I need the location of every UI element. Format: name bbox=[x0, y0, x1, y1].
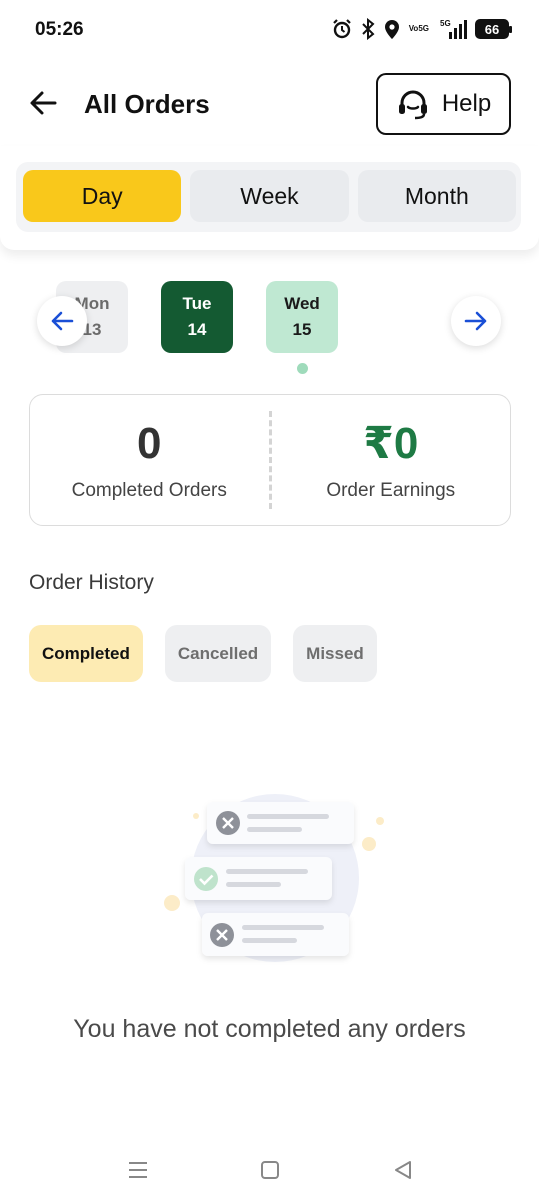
order-earnings-label: Order Earnings bbox=[326, 480, 456, 501]
history-filters: Completed Cancelled Missed bbox=[29, 625, 377, 682]
back-button[interactable] bbox=[26, 86, 60, 120]
order-earnings-stat: ₹0 Order Earnings bbox=[272, 395, 511, 525]
date-chip-tue[interactable]: Tue 14 bbox=[161, 281, 233, 353]
svg-text:5G: 5G bbox=[440, 19, 451, 28]
completed-orders-value: 0 bbox=[137, 419, 162, 468]
back-triangle-icon bbox=[395, 1161, 411, 1179]
completed-orders-stat: 0 Completed Orders bbox=[30, 395, 269, 525]
next-dates-button[interactable] bbox=[451, 296, 501, 346]
filter-completed[interactable]: Completed bbox=[29, 625, 143, 682]
summary-card: 0 Completed Orders ₹0 Order Earnings bbox=[29, 394, 511, 526]
completed-orders-label: Completed Orders bbox=[71, 480, 227, 501]
arrow-right-icon bbox=[464, 311, 487, 331]
tab-week[interactable]: Week bbox=[190, 170, 349, 222]
back-nav-button[interactable] bbox=[385, 1152, 421, 1188]
menu-icon bbox=[129, 1162, 147, 1178]
tab-month[interactable]: Month bbox=[357, 170, 516, 222]
date-chip-date: 14 bbox=[187, 320, 207, 339]
period-selector-card: Day Week Month bbox=[0, 146, 539, 250]
app-header: All Orders Help bbox=[0, 72, 539, 136]
date-chip-date: 15 bbox=[292, 320, 312, 339]
headset-icon bbox=[398, 90, 427, 120]
system-navigation-bar bbox=[0, 1140, 539, 1200]
home-button[interactable] bbox=[252, 1152, 288, 1188]
location-icon bbox=[383, 18, 401, 40]
status-bar: 05:26 Vo 5G 5G 66 bbox=[0, 0, 539, 60]
filter-missed[interactable]: Missed bbox=[293, 625, 377, 682]
arrow-left-icon bbox=[30, 91, 57, 115]
signal-icon: 5G bbox=[437, 18, 467, 40]
date-chip-day: Wed bbox=[284, 294, 320, 313]
recent-apps-button[interactable] bbox=[120, 1152, 156, 1188]
help-label: Help bbox=[441, 90, 492, 117]
period-tabs: Day Week Month bbox=[16, 162, 521, 232]
date-chip-wed[interactable]: Wed 15 bbox=[266, 281, 338, 353]
previous-dates-button[interactable] bbox=[37, 296, 87, 346]
tab-day[interactable]: Day bbox=[23, 170, 182, 222]
page-title: All Orders bbox=[84, 89, 210, 119]
empty-state-message: You have not completed any orders bbox=[73, 1015, 466, 1043]
home-square-icon bbox=[261, 1161, 279, 1179]
status-time: 05:26 bbox=[35, 19, 84, 40]
bluetooth-icon bbox=[361, 18, 375, 40]
battery-icon: 66 bbox=[475, 19, 512, 39]
alarm-icon bbox=[331, 18, 353, 40]
today-indicator-dot bbox=[297, 363, 308, 374]
date-selector: Mon 13 Tue 14 Wed 15 bbox=[0, 281, 539, 381]
order-earnings-value: ₹0 bbox=[363, 419, 419, 468]
order-history-title: Order History bbox=[29, 571, 154, 594]
filter-cancelled[interactable]: Cancelled bbox=[164, 625, 272, 682]
volte-icon: Vo 5G bbox=[408, 24, 429, 33]
empty-orders-illustration bbox=[164, 794, 384, 962]
help-button[interactable]: Help bbox=[376, 73, 511, 135]
date-chip-day: Tue bbox=[182, 294, 212, 313]
arrow-left-icon bbox=[51, 311, 74, 331]
status-icons: Vo 5G 5G 66 bbox=[331, 18, 512, 40]
